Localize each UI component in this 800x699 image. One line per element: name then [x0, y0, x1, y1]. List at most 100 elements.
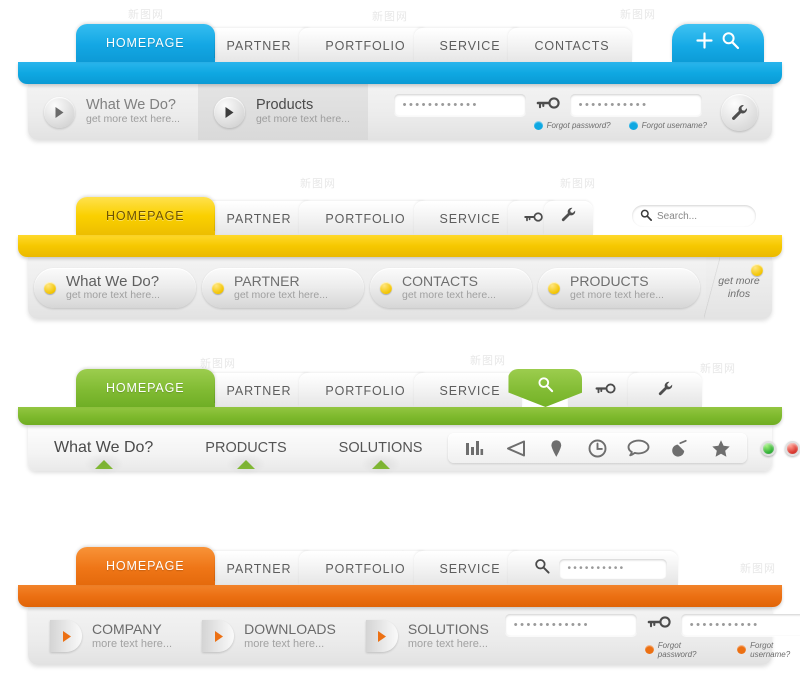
- nav-item-title: What We Do?: [86, 97, 176, 113]
- tab-label: PARTNER: [226, 562, 292, 576]
- wrench-icon: [560, 207, 577, 226]
- nav-item-products[interactable]: Products get more text here...: [197, 84, 368, 140]
- megaphone-icon[interactable]: [495, 440, 536, 457]
- star-icon[interactable]: [700, 439, 741, 458]
- status-led-green[interactable]: [761, 440, 777, 456]
- nav-item-what-we-do[interactable]: What We Do? get more text here...: [28, 84, 198, 140]
- nav-label-products[interactable]: PRODUCTS: [179, 439, 312, 475]
- password-input[interactable]: ••••••••••••: [393, 94, 526, 116]
- key-icon: [522, 212, 544, 226]
- tab-service[interactable]: SERVICE: [413, 201, 523, 235]
- nav-pill-what-we-do[interactable]: What We Do? get more text here...: [34, 268, 196, 308]
- tab-portfolio[interactable]: PORTFOLIO: [299, 551, 428, 585]
- tab-service[interactable]: SERVICE: [413, 28, 523, 62]
- search-icon[interactable]: [721, 31, 740, 55]
- tab-label: HOMEPAGE: [106, 381, 185, 395]
- nav-pill-products[interactable]: PRODUCTS get more text here...: [538, 268, 700, 308]
- color-bar-yellow: [18, 235, 782, 257]
- bullet-icon: [628, 121, 638, 130]
- tab-label: PORTFOLIO: [325, 562, 406, 576]
- pill-text: PARTNER get more text here...: [234, 274, 328, 302]
- nav-item-downloads[interactable]: DOWNLOADS more text here...: [188, 607, 352, 665]
- pill-subtitle: get more text here...: [234, 289, 328, 301]
- settings-button[interactable]: [721, 93, 758, 131]
- play-icon[interactable]: [44, 96, 75, 128]
- tab-partner[interactable]: PARTNER: [200, 201, 314, 235]
- tab-homepage[interactable]: HOMEPAGE: [76, 369, 215, 407]
- play-icon[interactable]: [50, 620, 82, 652]
- tab-strip-blue: HOMEPAGE PARTNER PORTFOLIO SERVICE CONTA…: [18, 22, 782, 62]
- tab-partner[interactable]: PARTNER: [200, 373, 314, 407]
- tab-homepage[interactable]: HOMEPAGE: [76, 24, 215, 62]
- status-led-red[interactable]: [785, 440, 800, 456]
- plus-icon[interactable]: [696, 32, 713, 54]
- tab-label: PORTFOLIO: [325, 39, 406, 53]
- search-input[interactable]: ••••••••••: [559, 558, 668, 579]
- color-bar-blue: [18, 62, 782, 84]
- forgot-username-link[interactable]: Forgot username?: [628, 121, 707, 130]
- search-input[interactable]: Search...: [632, 205, 756, 227]
- pin-icon[interactable]: [536, 439, 577, 458]
- pill-title: PRODUCTS: [570, 273, 649, 289]
- password-input[interactable]: ••••••••••••: [504, 613, 637, 636]
- pill-title: PARTNER: [234, 273, 300, 289]
- tab-contacts[interactable]: CONTACTS: [508, 28, 632, 62]
- tab-portfolio[interactable]: PORTFOLIO: [299, 201, 428, 235]
- tab-settings[interactable]: [544, 201, 594, 235]
- login-group-blue: •••••••••••• ••••••••••• Forgot password…: [393, 94, 707, 130]
- search-icon[interactable]: [534, 558, 551, 579]
- tab-label: PORTFOLIO: [325, 212, 406, 226]
- triangle-marker-icon: [360, 453, 401, 475]
- tab-service[interactable]: SERVICE: [413, 373, 523, 407]
- tab-homepage[interactable]: HOMEPAGE: [76, 547, 215, 585]
- username-input[interactable]: •••••••••••: [680, 613, 800, 636]
- nav-pill-partner[interactable]: PARTNER get more text here...: [202, 268, 364, 308]
- play-icon[interactable]: [213, 96, 245, 128]
- tab-portfolio[interactable]: PORTFOLIO: [299, 28, 428, 62]
- nav-item-solutions[interactable]: SOLUTIONS more text here...: [352, 607, 505, 665]
- login-fields-row: •••••••••••• •••••••••••: [393, 94, 707, 116]
- tab-strip-orange: HOMEPAGE PARTNER PORTFOLIO SERVICE •••••…: [18, 545, 782, 585]
- tab-settings[interactable]: [628, 373, 703, 407]
- mouse-icon[interactable]: [659, 439, 700, 458]
- get-more-infos-line1: get more: [718, 275, 760, 287]
- pill-title: What We Do?: [66, 273, 160, 290]
- clock-icon[interactable]: [577, 439, 618, 458]
- forgot-username-link[interactable]: Forgot username?: [737, 641, 800, 659]
- bullet-icon: [737, 645, 747, 654]
- icon-toolbar: [448, 433, 748, 463]
- add-search-tab[interactable]: [672, 24, 764, 62]
- nav-pill-contacts[interactable]: CONTACTS get more text here...: [370, 268, 532, 308]
- tab-homepage[interactable]: HOMEPAGE: [76, 197, 215, 235]
- tab-label: HOMEPAGE: [106, 209, 185, 223]
- bar-chart-icon[interactable]: [454, 440, 495, 457]
- get-more-infos-button[interactable]: get more infos: [704, 257, 772, 319]
- forgot-password-label: Forgot password?: [546, 121, 611, 130]
- tab-partner[interactable]: PARTNER: [200, 28, 314, 62]
- status-led-group: [761, 440, 800, 456]
- navbar-green: HOMEPAGE PARTNER PORTFOLIO SERVICE What …: [18, 367, 800, 475]
- tab-portfolio[interactable]: PORTFOLIO: [299, 373, 428, 407]
- speech-bubble-icon[interactable]: [618, 439, 659, 457]
- forgot-password-link[interactable]: Forgot password?: [533, 121, 611, 130]
- pill-subtitle: get more text here...: [570, 289, 664, 301]
- search-icon: [537, 376, 554, 398]
- tab-strip-green: HOMEPAGE PARTNER PORTFOLIO SERVICE: [18, 367, 782, 407]
- key-icon: [536, 96, 560, 115]
- key-icon: [593, 382, 617, 400]
- nav-item-company[interactable]: COMPANY more text here...: [28, 607, 188, 665]
- forgot-password-link[interactable]: Forgot password?: [644, 641, 719, 659]
- tab-partner[interactable]: PARTNER: [200, 551, 314, 585]
- nav-label-what-we-do[interactable]: What We Do?: [28, 439, 179, 475]
- play-icon[interactable]: [202, 620, 235, 652]
- nav-item-subtitle: more text here...: [92, 637, 173, 650]
- watermark: 新图网: [620, 9, 656, 21]
- navbar-blue: HOMEPAGE PARTNER PORTFOLIO SERVICE CONTA…: [18, 22, 782, 140]
- nav-label-solutions[interactable]: SOLUTIONS: [313, 439, 449, 475]
- search-icon: [640, 209, 652, 224]
- play-icon[interactable]: [365, 620, 398, 652]
- tab-service[interactable]: SERVICE: [413, 551, 523, 585]
- username-input[interactable]: •••••••••••: [569, 94, 702, 116]
- led-icon: [751, 264, 763, 276]
- led-icon: [380, 282, 392, 294]
